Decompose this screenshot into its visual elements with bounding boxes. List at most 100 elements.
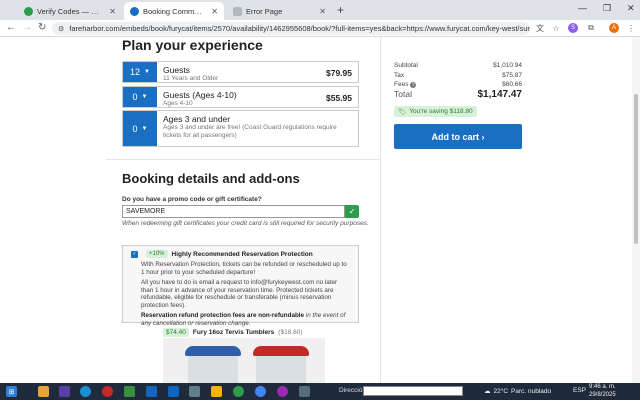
section-divider: [106, 159, 381, 160]
page-scrollbar[interactable]: [632, 37, 640, 383]
addon-name: Fury 16oz Tervis Tumblers: [192, 329, 275, 336]
app-icon[interactable]: [211, 386, 222, 397]
reload-icon[interactable]: ↻: [38, 22, 46, 33]
guest-type-name: Guests: [163, 65, 190, 75]
minimize-icon[interactable]: —: [578, 3, 587, 13]
url-text: fareharbor.com/embeds/book/furycat/items…: [69, 24, 530, 33]
booking-details-heading: Booking details and add-ons: [122, 171, 300, 186]
close-window-icon[interactable]: ✕: [627, 3, 635, 14]
chevron-down-icon: ▼: [141, 94, 148, 100]
maximize-icon[interactable]: ❐: [603, 3, 611, 14]
system-clock[interactable]: 9:46 a. m. 29/8/2025: [589, 384, 616, 399]
guest-type-sub: 11 Years and Older: [163, 75, 219, 82]
chrome-icon[interactable]: [233, 386, 244, 397]
scrollbar-thumb[interactable]: [634, 94, 638, 244]
windows-taskbar: ⊞ Dirección ☁ 22°C Parc. nublado ESP 9:46 …: [0, 383, 640, 400]
protection-text-3: Reservation refund protection fees are n…: [141, 312, 346, 327]
menu-kebab-icon[interactable]: ⋮: [626, 23, 636, 33]
guest-price: $79.95: [326, 68, 352, 78]
tab-list-icon[interactable]: [0, 2, 12, 20]
browser-tab-strip: Verify Codes — SimplyCodes ✕ Booking Com…: [0, 0, 640, 20]
page-favicon-icon: [233, 6, 242, 16]
chrome-profile-icon[interactable]: [255, 386, 266, 397]
opera-icon[interactable]: [102, 386, 113, 397]
browser-toolbar: ← → ↻ ⚙ fareharbor.com/embeds/book/furyc…: [0, 20, 640, 37]
addon-product-row[interactable]: $74.40 Fury 16oz Tervis Tumblers ($18.60…: [163, 328, 303, 337]
tab-booking[interactable]: Booking Commotion on the Oc ✕: [124, 2, 224, 20]
profile-avatar-icon[interactable]: A: [609, 23, 619, 33]
promo-label: Do you have a promo code or gift certifi…: [122, 196, 262, 203]
chevron-down-icon: ▼: [144, 69, 150, 75]
new-tab-button[interactable]: +: [337, 3, 344, 17]
outlook-icon[interactable]: [168, 386, 179, 397]
taskbar-address-input[interactable]: [363, 386, 463, 396]
fees-line: Fees? $60.66: [394, 81, 522, 88]
app-icon[interactable]: [124, 386, 135, 397]
app-icon[interactable]: [189, 386, 200, 397]
addon-unit-price: ($18.60): [278, 329, 303, 336]
close-tab-icon[interactable]: ✕: [319, 7, 326, 16]
back-icon[interactable]: ←: [6, 22, 16, 33]
guest-qty-select[interactable]: 0 ▼: [123, 111, 157, 146]
guest-type-sub: Ages 4-10: [163, 100, 193, 107]
promo-code-input[interactable]: SAVEMORE: [122, 205, 345, 218]
app-icon[interactable]: [59, 386, 70, 397]
protection-badge: +10%: [146, 250, 168, 258]
url-field[interactable]: ⚙ fareharbor.com/embeds/book/furycat/ite…: [52, 22, 530, 35]
chevron-down-icon: ▼: [141, 125, 148, 132]
tab-label: Booking Commotion on the Oc: [143, 6, 205, 16]
booking-page: Plan your experience 12 ▼ Guests 11 Years…: [0, 37, 640, 383]
tumbler-product-image: [163, 338, 325, 383]
site-info-icon[interactable]: ⚙: [58, 25, 64, 33]
extension-icon[interactable]: S: [568, 23, 578, 33]
translate-icon[interactable]: 文: [535, 23, 545, 33]
bookmark-star-icon[interactable]: ☆: [551, 23, 561, 33]
close-tab-icon[interactable]: ✕: [211, 7, 218, 16]
guest-qty-select[interactable]: 0 ▼: [123, 87, 157, 107]
guest-type-name: Ages 3 and under: [163, 114, 231, 124]
guest-row-infants: 0 ▼ Ages 3 and under Ages 3 and under are…: [122, 110, 359, 147]
weather-cloud-icon: ☁: [484, 388, 491, 395]
close-tab-icon[interactable]: ✕: [109, 7, 116, 16]
tab-label: Verify Codes — SimplyCodes: [37, 6, 103, 16]
extensions-puzzle-icon[interactable]: ⧉: [586, 23, 596, 33]
guest-qty-select[interactable]: 12 ▼: [123, 62, 157, 82]
saving-badge: 🏷 You're saving $118.80: [394, 106, 477, 117]
addon-price: $74.40: [163, 328, 189, 337]
promo-note: When redeeming gift certificates your cr…: [122, 220, 369, 227]
plan-heading: Plan your experience: [122, 37, 263, 53]
subtotal-line: Subtotal $1,010.94: [394, 62, 522, 69]
booking-form-column: Plan your experience 12 ▼ Guests 11 Years…: [0, 37, 381, 383]
blue-tumbler-icon: [185, 346, 241, 383]
fareharbor-favicon-icon: [130, 6, 139, 16]
guest-type-sub: Ages 3 and under are free! (Coast Guard …: [163, 124, 337, 139]
guest-row-adults: 12 ▼ Guests 11 Years and Older $79.95: [122, 61, 359, 83]
info-icon[interactable]: ?: [410, 82, 417, 88]
input-language[interactable]: ESP: [573, 387, 586, 394]
tab-error-page[interactable]: Error Page ✕: [227, 2, 332, 20]
word-icon[interactable]: [146, 386, 157, 397]
reservation-protection-box: ✓ +10% Highly Recommended Reservation Pr…: [122, 245, 359, 327]
tab-simplycodes[interactable]: Verify Codes — SimplyCodes ✕: [18, 2, 122, 20]
total-line: Total $1,147.47: [394, 89, 522, 100]
guest-row-children: 0 ▼ Guests (Ages 4-10) Ages 4-10 $55.95: [122, 86, 359, 108]
tax-line: Tax $75.87: [394, 72, 522, 79]
protection-checkbox[interactable]: ✓: [131, 250, 138, 258]
weather-widget[interactable]: ☁ 22°C Parc. nublado: [484, 387, 551, 396]
forward-icon[interactable]: →: [22, 22, 32, 33]
red-tumbler-icon: [253, 346, 309, 383]
app-icon[interactable]: [299, 386, 310, 397]
protection-title: Highly Recommended Reservation Protectio…: [171, 250, 313, 258]
protection-text-1: With Reservation Protection, tickets can…: [141, 261, 347, 276]
promo-valid-check-icon: ✓: [345, 205, 359, 218]
tab-label: Error Page: [246, 6, 283, 16]
guest-price: $55.95: [326, 93, 352, 103]
app-icon[interactable]: [277, 386, 288, 397]
protection-text-2: All you have to do is email a request to…: [141, 279, 338, 309]
edge-icon[interactable]: [80, 386, 91, 397]
tag-icon: 🏷: [398, 108, 407, 116]
guest-type-name: Guests (Ages 4-10): [163, 90, 237, 100]
add-to-cart-button[interactable]: Add to cart ›: [394, 124, 522, 149]
file-explorer-icon[interactable]: [38, 386, 49, 397]
start-menu-icon[interactable]: ⊞: [6, 386, 17, 397]
